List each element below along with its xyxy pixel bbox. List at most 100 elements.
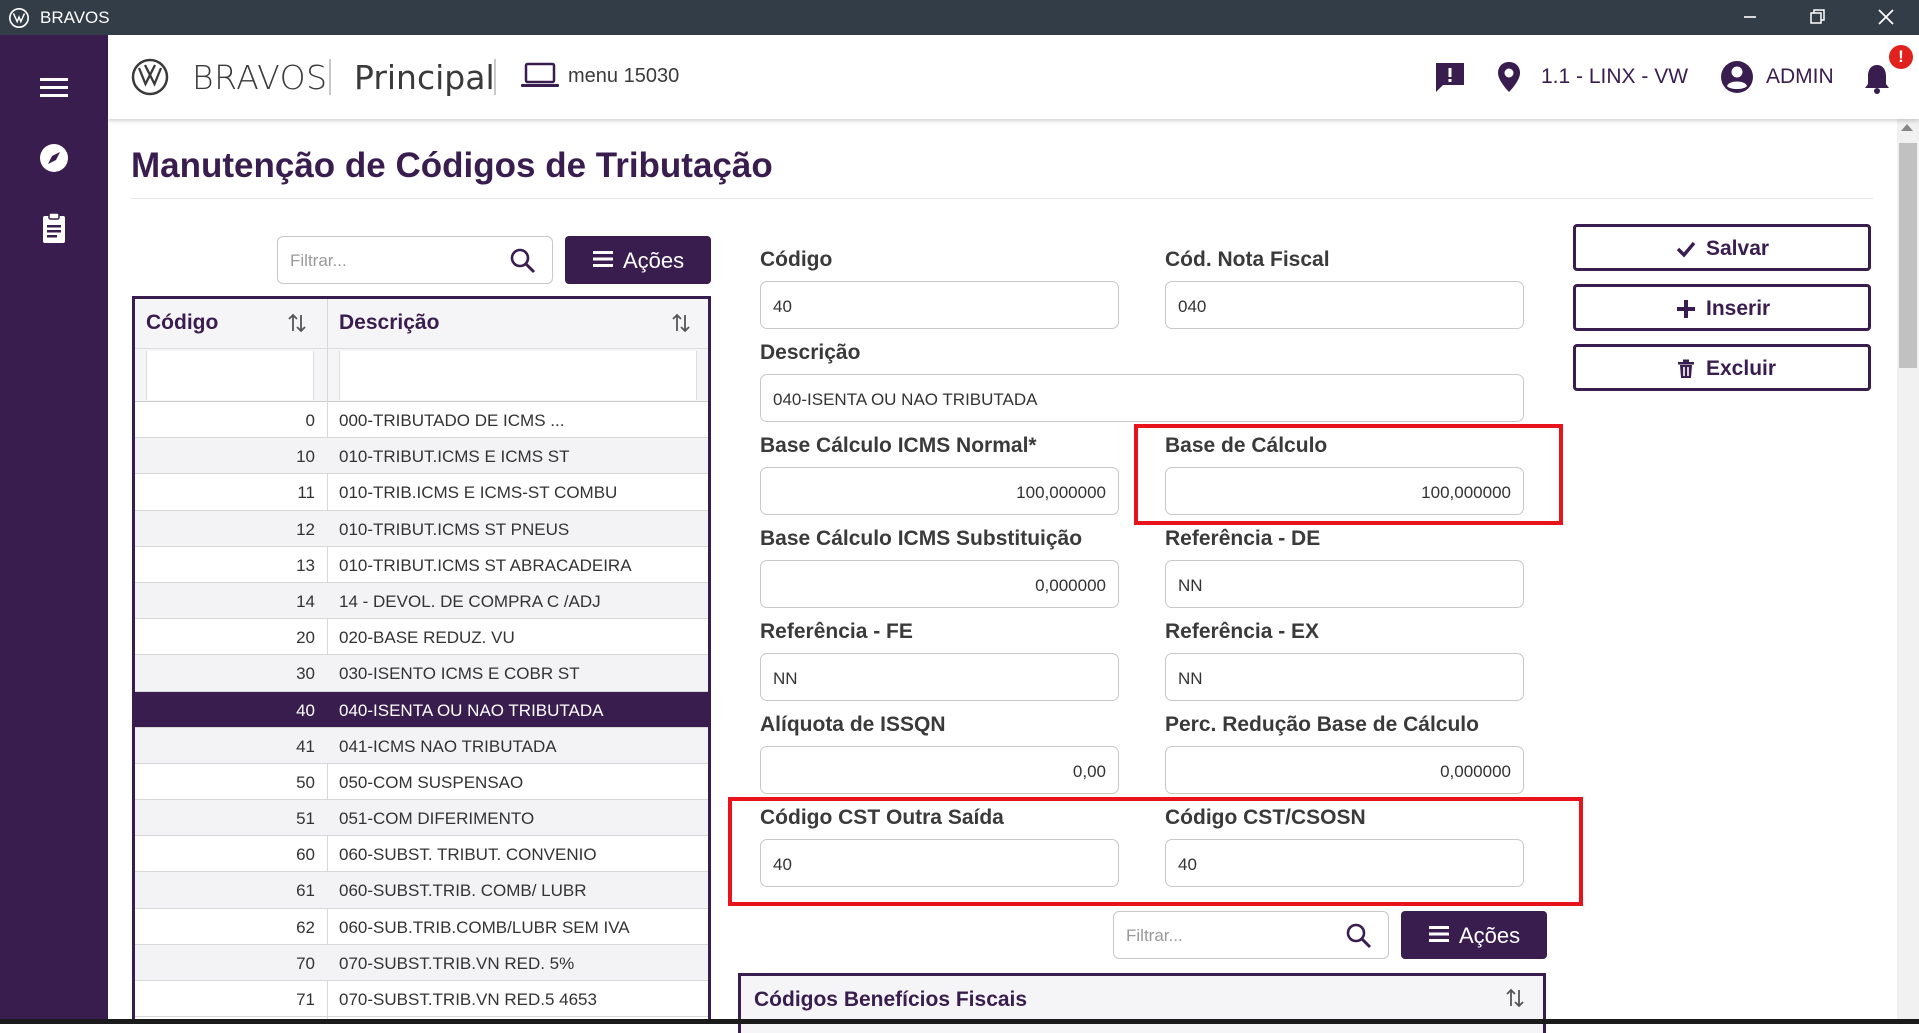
sidebar-explore-button[interactable] <box>36 140 72 176</box>
table-row[interactable]: 11 010-TRIB.ICMS E ICMS-ST COMBU <box>135 474 708 511</box>
search-icon[interactable] <box>508 246 538 276</box>
module-name: Principal <box>354 58 495 97</box>
row-code: 51 <box>296 809 315 829</box>
row-code: 60 <box>296 845 315 865</box>
base-icms-normal-label: Base Cálculo ICMS Normal* <box>760 434 1037 457</box>
sidebar-tasks-button[interactable] <box>36 210 72 246</box>
row-code: 0 <box>305 411 315 430</box>
insert-button[interactable]: Inserir <box>1573 284 1871 331</box>
table-row[interactable]: 62 060-SUB.TRIB.COMB/LUBR SEM IVA <box>135 909 708 945</box>
base-icms-subst-field[interactable]: 0,000000 <box>760 560 1119 608</box>
scroll-up-arrow-icon[interactable] <box>1901 124 1913 131</box>
descricao-column-filter[interactable] <box>339 351 697 400</box>
search-icon[interactable] <box>1344 921 1374 951</box>
table-row[interactable]: 20 020-BASE REDUZ. VU <box>135 619 708 656</box>
benefits-grid-title[interactable]: Códigos Benefícios Fiscais <box>754 988 1027 1012</box>
base-icms-subst-label: Base Cálculo ICMS Substituição <box>760 527 1083 550</box>
store-selector[interactable]: 1.1 - LINX - VW <box>1541 65 1688 89</box>
minimize-button[interactable] <box>1736 4 1764 30</box>
table-row[interactable]: 70 070-SUBST.TRIB.VN RED. 5% <box>135 944 708 981</box>
table-row[interactable]: 50 050-COM SUSPENSAO <box>135 764 708 801</box>
row-description: 060-SUBST.TRIB. COMB/ LUBR <box>339 881 587 901</box>
column-header-descricao[interactable]: Descrição <box>339 311 439 335</box>
location-button[interactable] <box>1491 59 1527 95</box>
save-label: Salvar <box>1706 237 1770 260</box>
benefits-actions-label: Ações <box>1459 923 1521 948</box>
highlight-box <box>728 797 1583 906</box>
clipboard-icon <box>43 212 65 243</box>
table-row[interactable]: 10 010-TRIBUT.ICMS E ICMS ST <box>135 438 708 475</box>
referencia-de-field[interactable]: NN <box>1165 560 1524 608</box>
referencia-ex-label: Referência - EX <box>1165 620 1320 643</box>
codigo-field[interactable]: 40 <box>760 281 1119 329</box>
menu-lines-icon <box>1429 926 1449 942</box>
row-description: 070-SUBST.TRIB.VN RED. 5% <box>339 953 575 973</box>
plus-icon <box>1677 300 1695 318</box>
scrollbar-thumb[interactable] <box>1899 143 1917 368</box>
perc-reducao-field[interactable]: 0,000000 <box>1165 746 1524 794</box>
row-code: 41 <box>296 736 315 756</box>
sort-icon[interactable] <box>287 311 307 335</box>
referencia-fe-label: Referência - FE <box>760 620 913 643</box>
save-button[interactable]: Salvar <box>1573 224 1871 271</box>
row-description: 010-TRIBUT.ICMS E ICMS ST <box>339 447 570 467</box>
restore-button[interactable] <box>1803 4 1831 30</box>
menu-code: menu 15030 <box>568 65 680 87</box>
benefits-filter-input[interactable]: Filtrar... <box>1113 911 1389 959</box>
table-row[interactable]: 12 010-TRIBUT.ICMS ST PNEUS <box>135 510 708 547</box>
cod-nota-fiscal-field[interactable]: 040 <box>1165 281 1524 329</box>
highlight-box <box>1134 424 1563 525</box>
list-actions-label: Ações <box>623 248 685 273</box>
table-row[interactable]: 14 14 - DEVOL. DE COMPRA C /ADJ <box>135 582 708 620</box>
table-row[interactable]: 71 070-SUBST.TRIB.VN RED.5 4653 <box>135 981 708 1018</box>
codigo-column-filter[interactable] <box>146 351 314 400</box>
table-row[interactable]: 13 010-TRIBUT.ICMS ST ABRACADEIRA <box>135 547 708 583</box>
list-filter-input[interactable]: Filtrar... <box>277 236 553 284</box>
table-row[interactable]: 40 040-ISENTA OU NAO TRIBUTADA <box>135 691 708 728</box>
table-row[interactable]: 41 041-ICMS NAO TRIBUTADA <box>135 727 708 764</box>
restore-icon <box>1810 9 1825 24</box>
delete-button[interactable]: Excluir <box>1573 344 1871 391</box>
referencia-fe-field[interactable]: NN <box>760 653 1119 701</box>
table-row[interactable]: 51 051-COM DIFERIMENTO <box>135 800 708 837</box>
row-code: 13 <box>296 555 315 575</box>
row-code: 61 <box>296 881 315 901</box>
row-description: 041-ICMS NAO TRIBUTADA <box>339 736 557 756</box>
referencia-de-label: Referência - DE <box>1165 527 1321 550</box>
map-pin-icon <box>1498 62 1520 92</box>
brand-name: BRAVOS <box>192 58 328 97</box>
table-row[interactable]: 30 030-ISENTO ICMS E COBR ST <box>135 655 708 692</box>
hamburger-icon <box>40 78 68 97</box>
base-icms-normal-field[interactable]: 100,000000 <box>760 467 1119 515</box>
column-header-codigo[interactable]: Código <box>146 311 218 335</box>
title-divider <box>131 198 1873 199</box>
row-code: 40 <box>296 700 315 720</box>
benefits-filter-placeholder: Filtrar... <box>1126 926 1183 945</box>
row-description: 060-SUBST. TRIBUT. CONVENIO <box>339 845 597 865</box>
aliquota-issqn-field[interactable]: 0,00 <box>760 746 1119 794</box>
descricao-field[interactable]: 040-ISENTA OU NAO TRIBUTADA <box>760 374 1524 422</box>
vw-logo-icon[interactable] <box>130 57 170 97</box>
perc-reducao-label: Perc. Redução Base de Cálculo <box>1165 713 1479 736</box>
window-title-bar: BRAVOS <box>0 0 1919 35</box>
aliquota-issqn-label: Alíquota de ISSQN <box>760 713 946 736</box>
notifications-button[interactable] <box>1859 61 1895 97</box>
window-title: BRAVOS <box>40 8 110 27</box>
referencia-ex-field[interactable]: NN <box>1165 653 1524 701</box>
sort-icon[interactable] <box>671 311 691 335</box>
benefits-actions-button[interactable]: Ações <box>1401 911 1547 959</box>
row-description: 010-TRIB.ICMS E ICMS-ST COMBU <box>339 483 618 503</box>
close-window-button[interactable] <box>1872 4 1900 30</box>
table-row[interactable]: 60 060-SUBST. TRIBUT. CONVENIO <box>135 836 708 873</box>
user-avatar[interactable] <box>1719 59 1755 95</box>
hamburger-menu-button[interactable] <box>36 70 72 106</box>
table-row[interactable]: 61 060-SUBST.TRIB. COMB/ LUBR <box>135 872 708 909</box>
list-actions-button[interactable]: Ações <box>565 236 711 284</box>
feedback-button[interactable] <box>1432 59 1468 95</box>
laptop-icon <box>521 62 559 87</box>
table-row[interactable]: 0 000-TRIBUTADO DE ICMS ... <box>135 402 708 439</box>
sort-icon[interactable] <box>1505 986 1525 1010</box>
trash-icon <box>1678 359 1694 378</box>
row-description: 010-TRIBUT.ICMS ST PNEUS <box>339 519 570 539</box>
user-name[interactable]: ADMIN <box>1766 65 1834 89</box>
